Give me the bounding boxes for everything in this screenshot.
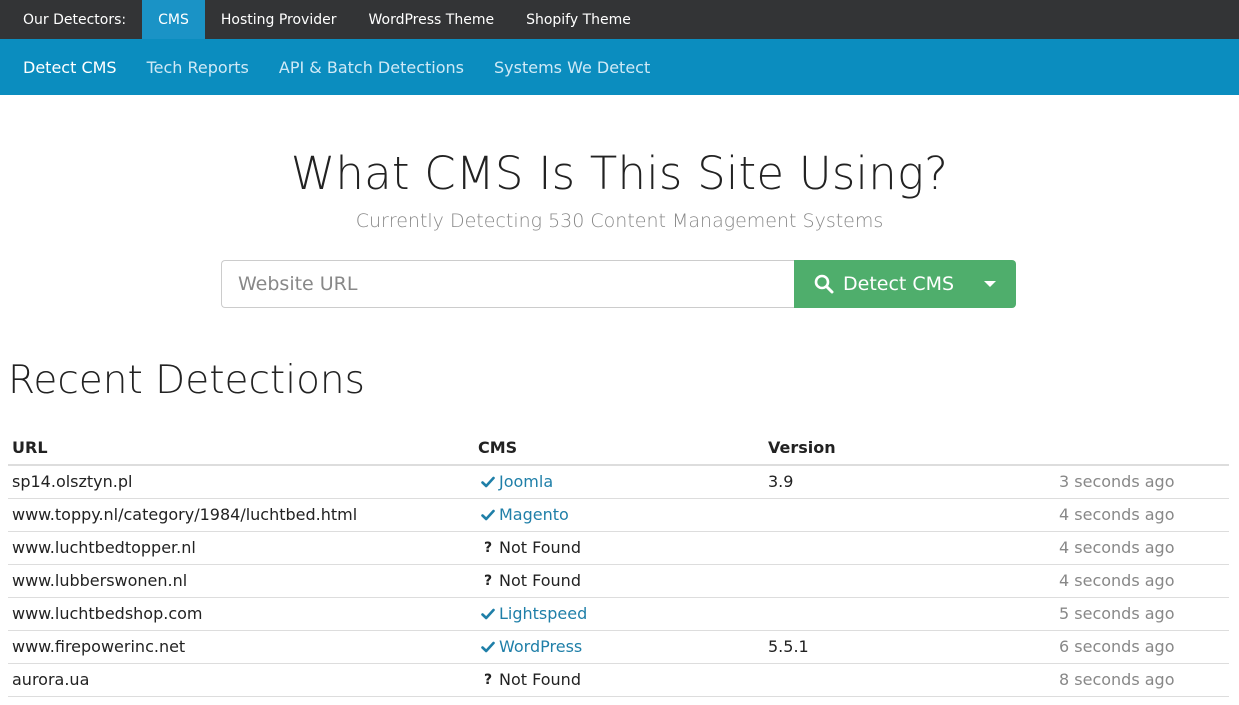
table-row: sp14.olsztyn.pl Joomla 3.9 3 seconds ago <box>8 465 1229 499</box>
cms-name: Lightspeed <box>499 604 588 623</box>
cms-link[interactable]: Lightspeed <box>478 604 764 623</box>
row-timestamp: 6 seconds ago <box>1055 630 1229 664</box>
table-header: URL CMS Version <box>8 431 1229 466</box>
table-row: www.firepowerinc.net WordPress 5.5.1 6 seco… <box>8 630 1229 664</box>
search-icon <box>814 274 834 294</box>
cms-not-found: ? Not Found <box>478 538 764 557</box>
row-cms-cell: Magento <box>474 498 764 532</box>
row-timestamp: 8 seconds ago <box>1055 663 1229 697</box>
row-timestamp: 3 seconds ago <box>1055 465 1229 499</box>
search-form: Detect CMS <box>221 260 1016 308</box>
cms-link[interactable]: WordPress <box>478 637 764 656</box>
table-row: www.toppy.nl/category/1984/luchtbed.html… <box>8 498 1229 532</box>
row-timestamp: 4 seconds ago <box>1055 498 1229 532</box>
question-icon: ? <box>483 539 493 556</box>
website-url-input[interactable] <box>221 260 794 308</box>
recent-detections-heading: Recent Detections <box>8 358 365 403</box>
check-icon <box>478 608 498 620</box>
row-cms-cell: Lightspeed <box>474 597 764 631</box>
check-icon <box>478 509 498 521</box>
page-title: What CMS Is This Site Using? <box>290 147 949 200</box>
page-subtitle: Currently Detecting 530 Content Manageme… <box>355 210 884 232</box>
check-icon <box>478 641 498 653</box>
row-timestamp: 5 seconds ago <box>1055 597 1229 631</box>
question-icon: ? <box>483 572 493 589</box>
row-cms-cell: ? Not Found <box>474 564 764 598</box>
row-url: www.luchtbedtopper.nl <box>8 531 474 565</box>
row-version: 3.9 <box>764 465 1055 499</box>
row-cms-cell: Joomla <box>474 465 764 499</box>
row-version <box>764 564 1055 598</box>
row-version <box>764 531 1055 565</box>
column-cms: CMS <box>474 431 764 466</box>
cms-name: WordPress <box>499 637 583 656</box>
table-row: www.luchtbedtopper.nl? Not Found 4 seconds… <box>8 531 1229 565</box>
row-version <box>764 597 1055 631</box>
recent-detections: Recent Detections URL CMS Version sp14.o… <box>0 358 1239 697</box>
row-url: www.lubberswonen.nl <box>8 564 474 598</box>
sub-navigation: Detect CMS Tech Reports API & Batch Dete… <box>0 39 1239 95</box>
subnav-systems-we-detect[interactable]: Systems We Detect <box>479 58 665 77</box>
cms-name: Not Found <box>499 571 581 590</box>
detectors-label: Our Detectors: <box>23 11 127 28</box>
cms-name: Not Found <box>499 538 581 557</box>
detections-table: URL CMS Version sp14.olsztyn.pl Joomla 3.9… <box>8 431 1229 697</box>
topnav-wordpress-theme[interactable]: WordPress Theme <box>353 0 511 39</box>
cms-name: Joomla <box>499 472 554 492</box>
cms-name: Magento <box>499 505 569 524</box>
row-url: aurora.ua <box>8 663 474 697</box>
cms-link[interactable]: Magento <box>478 505 764 524</box>
column-time <box>1055 431 1229 466</box>
column-version: Version <box>764 431 1055 466</box>
topnav-hosting-provider[interactable]: Hosting Provider <box>205 0 353 39</box>
row-url: www.firepowerinc.net <box>8 630 474 664</box>
caret-down-icon <box>984 281 996 287</box>
topnav-shopify-theme[interactable]: Shopify Theme <box>510 0 647 39</box>
row-version <box>764 663 1055 697</box>
detect-cms-button[interactable]: Detect CMS <box>794 260 964 308</box>
row-cms-cell: ? Not Found <box>474 531 764 565</box>
subnav-tech-reports[interactable]: Tech Reports <box>132 58 264 77</box>
table-row: aurora.ua? Not Found 8 seconds ago <box>8 663 1229 697</box>
row-version: 5.5.1 <box>764 630 1055 664</box>
column-url: URL <box>8 431 474 466</box>
check-icon <box>478 476 498 488</box>
row-timestamp: 4 seconds ago <box>1055 531 1229 565</box>
question-icon: ? <box>483 671 493 688</box>
row-url: www.toppy.nl/category/1984/luchtbed.html <box>8 498 474 532</box>
row-timestamp: 4 seconds ago <box>1055 564 1229 598</box>
detect-cms-label: Detect CMS <box>843 273 955 295</box>
subnav-api-batch[interactable]: API & Batch Detections <box>264 58 479 77</box>
hero: What CMS Is This Site Using? Currently D… <box>0 147 1239 232</box>
row-version <box>764 498 1055 532</box>
detect-options-dropdown[interactable] <box>964 260 1016 308</box>
cms-not-found: ? Not Found <box>478 571 764 590</box>
row-cms-cell: ? Not Found <box>474 663 764 697</box>
row-cms-cell: WordPress <box>474 630 764 664</box>
subnav-detect-cms[interactable]: Detect CMS <box>8 58 132 77</box>
table-row: www.luchtbedshop.com Lightspeed 5 seconds … <box>8 597 1229 631</box>
row-url: sp14.olsztyn.pl <box>8 465 474 499</box>
table-row: www.lubberswonen.nl? Not Found 4 seconds a… <box>8 564 1229 598</box>
cms-name: Not Found <box>499 670 581 689</box>
row-url: www.luchtbedshop.com <box>8 597 474 631</box>
topnav-cms[interactable]: CMS <box>142 0 205 39</box>
cms-link[interactable]: Joomla <box>478 472 764 491</box>
cms-not-found: ? Not Found <box>478 670 764 689</box>
detectors-topbar: Our Detectors: CMS Hosting Provider Word… <box>0 0 1239 39</box>
